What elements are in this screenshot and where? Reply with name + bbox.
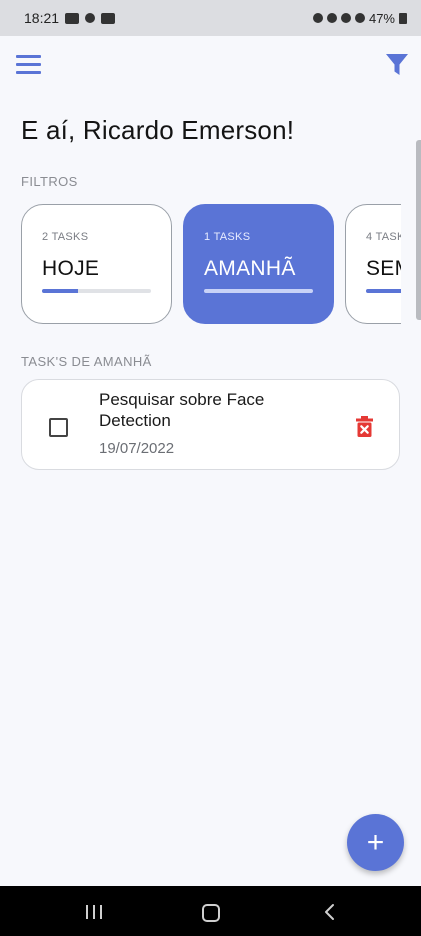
status-left: 18:21 xyxy=(24,10,116,26)
filters-section-label: FILTROS xyxy=(21,174,78,189)
home-icon[interactable] xyxy=(202,904,220,922)
recent-apps-icon[interactable] xyxy=(86,905,103,919)
back-icon[interactable] xyxy=(322,903,336,921)
status-bar: 18:21 47% xyxy=(0,0,421,36)
filter-card[interactable]: 2 TASKS HOJE xyxy=(21,204,172,324)
filter-card-count: 4 TASKS xyxy=(366,231,401,243)
tasks-section-label: TASK'S DE AMANHÃ xyxy=(21,354,152,369)
filter-card-name: AMANHÃ xyxy=(204,257,296,280)
hamburger-menu-icon[interactable] xyxy=(16,55,41,75)
trash-delete-icon[interactable] xyxy=(356,416,373,437)
filter-card-name: SEMANA xyxy=(366,257,401,280)
task-item[interactable]: Pesquisar sobre Face Detection 19/07/202… xyxy=(21,379,400,470)
youtube-notification-icon xyxy=(65,12,80,24)
filter-card-count: 2 TASKS xyxy=(42,231,89,243)
alarm-icon xyxy=(312,13,323,23)
system-navigation-bar xyxy=(0,886,421,936)
notification-icon xyxy=(85,13,96,23)
filter-card-progress-fill xyxy=(204,289,313,293)
filter-card[interactable]: 1 TASKS AMANHÃ xyxy=(183,204,334,324)
task-date: 19/07/2022 xyxy=(99,440,175,457)
add-icon: + xyxy=(366,826,385,859)
filter-cards-row: 2 TASKS HOJE 1 TASKS AMANHÃ 4 TASKS SEMANA xyxy=(21,204,401,324)
filter-card[interactable]: 4 TASKS SEMANA xyxy=(345,204,401,324)
task-checkbox[interactable] xyxy=(49,418,68,437)
filter-card-progress xyxy=(204,289,313,293)
filter-card-count: 1 TASKS xyxy=(204,231,251,243)
scroll-indicator[interactable] xyxy=(416,140,421,320)
task-title: Pesquisar sobre Face Detection xyxy=(99,390,265,430)
battery-icon xyxy=(399,12,407,24)
filter-card-progress-fill xyxy=(366,289,401,293)
status-right: 47% xyxy=(312,10,407,26)
battery-level: 47% xyxy=(368,10,395,26)
signal-icon xyxy=(354,13,365,23)
app-notification-icon xyxy=(101,12,116,24)
filter-card-progress-fill xyxy=(42,289,78,293)
filter-cards-carousel[interactable]: 2 TASKS HOJE 1 TASKS AMANHÃ 4 TASKS SEMANA xyxy=(21,204,401,328)
add-task-button[interactable]: + xyxy=(347,814,404,871)
status-time: 18:21 xyxy=(24,10,60,26)
filter-card-progress xyxy=(366,289,401,293)
wifi-icon xyxy=(340,13,351,23)
mute-icon xyxy=(326,13,337,23)
filter-card-name: HOJE xyxy=(42,257,100,280)
greeting-title: E aí, Ricardo Emerson! xyxy=(21,115,295,145)
filter-card-progress xyxy=(42,289,151,293)
filter-funnel-icon[interactable] xyxy=(385,53,409,77)
